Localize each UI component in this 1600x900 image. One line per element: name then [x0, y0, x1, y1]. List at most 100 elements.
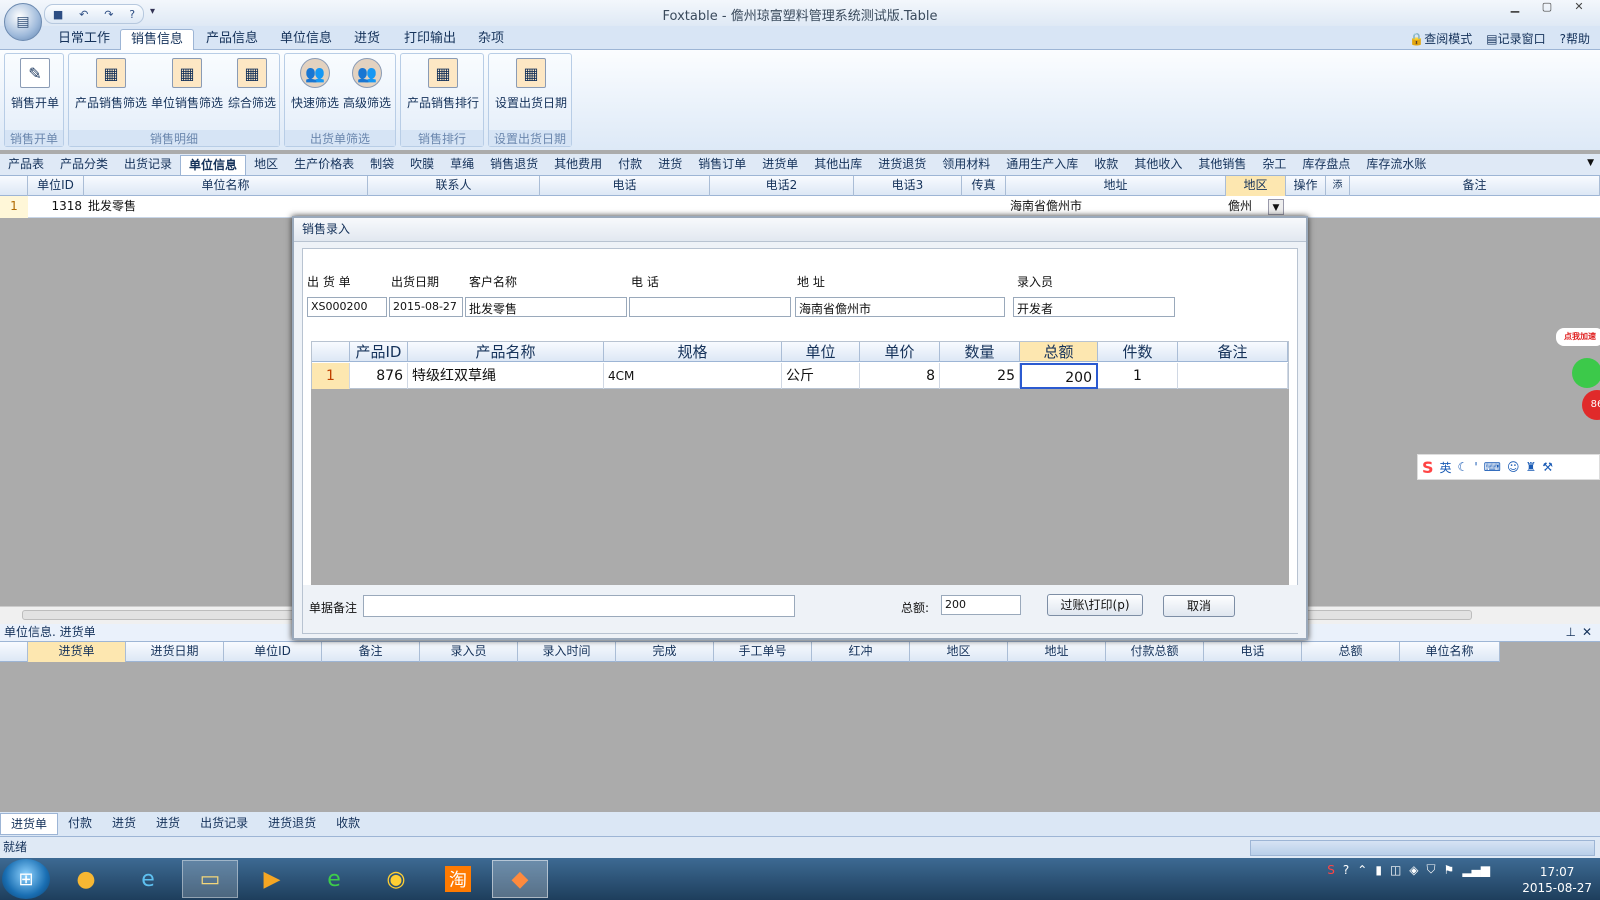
close-button[interactable]: ✕ [1564, 0, 1594, 18]
column-header[interactable]: 规格 [604, 342, 782, 362]
sheet-tab[interactable]: 库存盘点 [1294, 155, 1358, 175]
help-tray-icon[interactable]: ? [1343, 863, 1349, 877]
help-icon[interactable]: ? [129, 8, 135, 21]
select-all-corner[interactable] [312, 342, 350, 362]
column-header[interactable]: 添 [1326, 176, 1350, 196]
network-tray-icon[interactable]: ◫ [1390, 863, 1401, 877]
column-header[interactable]: 备注 [1350, 176, 1600, 196]
column-header[interactable]: 传真 [962, 176, 1006, 196]
column-header[interactable]: 单位 [782, 342, 860, 362]
sheet-tab[interactable]: 付款 [610, 155, 650, 175]
help-link[interactable]: ?帮助 [1560, 30, 1590, 47]
column-header-region[interactable]: 地区 [1226, 176, 1286, 196]
pieces-cell[interactable]: 1 [1098, 363, 1178, 389]
user-icon[interactable]: ☺ [1507, 460, 1520, 474]
taskbar-app-icon[interactable]: ◆ [492, 860, 548, 898]
customer-name-field[interactable]: 批发零售 [465, 297, 627, 317]
quick-filter-button[interactable]: 👥 快速筛选 [289, 58, 341, 111]
ribbon-tab-purchase[interactable]: 进货 [344, 29, 390, 50]
pin-icon[interactable]: ⊥ [1566, 624, 1576, 641]
column-header[interactable]: 电话 [540, 176, 710, 196]
wrench-icon[interactable]: ⚒ [1542, 460, 1553, 474]
sheet-tab[interactable]: 产品表 [0, 155, 52, 175]
keyboard-icon[interactable]: ⌨ [1484, 460, 1501, 474]
select-all-corner[interactable] [0, 642, 28, 662]
sheet-tab[interactable]: 产品分类 [52, 155, 116, 175]
column-header[interactable]: 总额 [1302, 642, 1400, 662]
battery-icon[interactable]: ▮ [1375, 863, 1382, 877]
view-mode-link[interactable]: 🔒查阅模式 [1409, 30, 1472, 47]
product-sales-filter-button[interactable]: ▦ 产品销售筛选 [73, 58, 149, 111]
undo-icon[interactable]: ↶ [79, 8, 88, 21]
operator-field[interactable]: 开发者 [1013, 297, 1175, 317]
flag-icon[interactable]: ⚑ [1444, 863, 1455, 877]
shirt-icon[interactable]: ♜ [1525, 460, 1536, 474]
total-field[interactable]: 200 [941, 595, 1021, 615]
subtable-tab[interactable]: 进货 [102, 813, 146, 835]
sheet-tab[interactable]: 通用生产入库 [998, 155, 1086, 175]
ribbon-tab-misc[interactable]: 杂项 [468, 29, 514, 50]
ribbon-tab-products[interactable]: 产品信息 [196, 29, 268, 50]
table-row[interactable]: 1 1318 批发零售 海南省儋州市 儋州 ▼ [0, 196, 1600, 218]
remark-field[interactable] [363, 595, 795, 617]
ribbon-tab-daily[interactable]: 日常工作 [48, 29, 120, 50]
column-header[interactable]: 录入员 [420, 642, 518, 662]
sheet-tab[interactable]: 其他收入 [1126, 155, 1190, 175]
column-header[interactable]: 操作 [1286, 176, 1326, 196]
product-ranking-button[interactable]: ▦ 产品销售排行 [403, 58, 483, 111]
sheet-tab[interactable]: 领用材料 [934, 155, 998, 175]
region-dropdown-icon[interactable]: ▼ [1268, 199, 1284, 215]
sheet-tab[interactable]: 地区 [246, 155, 286, 175]
column-header[interactable]: 完成 [616, 642, 714, 662]
price-cell[interactable]: 8 [860, 363, 940, 389]
cancel-button[interactable]: 取消 [1163, 595, 1235, 617]
advanced-filter-button[interactable]: 👥 高级筛选 [341, 58, 393, 111]
note-cell[interactable] [1178, 363, 1288, 389]
sogou-logo-icon[interactable]: S [1422, 458, 1434, 477]
save-icon[interactable]: ■ [53, 8, 63, 21]
sheet-tab[interactable]: 销售订单 [690, 155, 754, 175]
sheet-tab-active[interactable]: 单位信息 [180, 155, 247, 175]
sheet-tab[interactable]: 制袋 [362, 155, 402, 175]
start-button[interactable]: ⊞ [2, 859, 50, 899]
column-header[interactable]: 手工单号 [714, 642, 812, 662]
column-header[interactable]: 件数 [1098, 342, 1178, 362]
sheet-tab[interactable]: 收款 [1086, 155, 1126, 175]
sheet-tab[interactable]: 进货退货 [870, 155, 934, 175]
signal-icon[interactable]: ▂▄▆ [1462, 863, 1490, 877]
taskbar-app-icon[interactable]: 淘 [430, 860, 486, 898]
column-header[interactable]: 电话 [1204, 642, 1302, 662]
taskbar-app-icon[interactable]: ◉ [368, 860, 424, 898]
column-header[interactable]: 产品ID [350, 342, 408, 362]
column-header[interactable]: 单位名称 [84, 176, 368, 196]
sheet-tab[interactable]: 其他销售 [1190, 155, 1254, 175]
column-header[interactable]: 红冲 [812, 642, 910, 662]
qat-dropdown-icon[interactable]: ▾ [150, 6, 155, 17]
column-header-active[interactable]: 进货单 [28, 642, 126, 662]
unit-id-cell[interactable]: 1318 [28, 196, 82, 218]
sales-order-button[interactable]: ✎ 销售开单 [7, 58, 63, 111]
column-header[interactable]: 联系人 [368, 176, 540, 196]
column-header[interactable]: 付款总额 [1106, 642, 1204, 662]
security-tray-icon[interactable]: ◈ [1409, 863, 1418, 877]
app-menu-orb[interactable]: ▤ [4, 3, 42, 41]
phone-field[interactable] [629, 297, 791, 317]
spec-cell[interactable]: 4CM [604, 363, 782, 389]
punctuation-icon[interactable]: ' [1474, 460, 1477, 474]
sheet-tab[interactable]: 吹膜 [402, 155, 442, 175]
column-header[interactable]: 地址 [1008, 642, 1106, 662]
sheet-tab[interactable]: 库存流水账 [1358, 155, 1434, 175]
redo-icon[interactable]: ↷ [104, 8, 113, 21]
column-header[interactable]: 单位名称 [1400, 642, 1500, 662]
sogou-tray-icon[interactable]: S [1327, 863, 1335, 877]
record-window-link[interactable]: ▤记录窗口 [1486, 30, 1545, 47]
taskbar-app-icon[interactable]: e [120, 860, 176, 898]
expand-tray-icon[interactable]: ⌃ [1357, 863, 1367, 877]
taskbar-app-icon[interactable]: ▭ [182, 860, 238, 898]
maximize-button[interactable]: ▢ [1532, 0, 1562, 18]
subtable-tab[interactable]: 进货退货 [258, 813, 326, 835]
total-cell[interactable]: 200 [1020, 363, 1098, 389]
product-id-cell[interactable]: 876 [350, 363, 408, 389]
sheet-tab[interactable]: 杂工 [1254, 155, 1294, 175]
unit-name-cell[interactable]: 批发零售 [88, 196, 358, 218]
